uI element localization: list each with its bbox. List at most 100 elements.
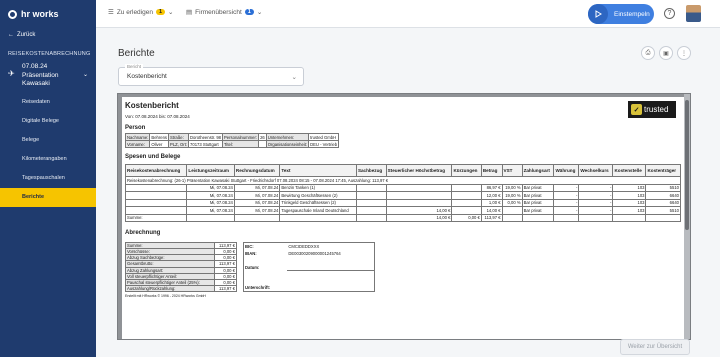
app-logo[interactable]: hr works	[0, 0, 96, 28]
column-header: Kostenstelle	[612, 164, 647, 177]
spesen-cell	[385, 183, 453, 192]
person-cell: Straße:	[168, 133, 190, 141]
bank-label: Datum:	[245, 264, 260, 270]
person-cell: Oliver	[149, 140, 170, 148]
company-overview-menu[interactable]: ▤ Firmenübersicht 1 ⌄	[186, 8, 262, 17]
chevron-down-icon: ⌄	[168, 9, 174, 16]
spesen-cell	[451, 198, 482, 207]
help-icon[interactable]: ?	[664, 8, 675, 19]
spesen-heading: Spesen und Belege	[125, 154, 181, 160]
main-content: Berichte ⎙ ▣ ⋮ Bericht Kostenbericht ⌄ K…	[96, 28, 720, 357]
person-cell: 26	[258, 133, 267, 141]
spesen-cell: 19,00 %	[501, 183, 523, 192]
sidebar-item-belege[interactable]: Belege	[0, 131, 96, 150]
spesen-cell: -	[578, 191, 614, 200]
spesen-total-cell: 0,00 €	[451, 213, 482, 222]
play-icon	[588, 4, 608, 24]
spesen-cell: 103	[612, 191, 647, 200]
pdf-viewer[interactable]: Kostenbericht ✓ trusted Von: 07.08.2024 b…	[117, 93, 691, 340]
building-icon: ▤	[186, 9, 193, 16]
scrollbar-thumb[interactable]	[685, 100, 689, 230]
spesen-cell: 0,00 %	[501, 198, 523, 207]
bank-row: Unterschrift:	[244, 284, 375, 292]
person-cell: Vorname:	[124, 140, 151, 148]
spesen-cell: 6640	[645, 198, 681, 207]
person-cell: Behrens	[149, 133, 170, 141]
avatar[interactable]	[686, 5, 701, 22]
person-cell: Unternehmen:	[265, 133, 310, 141]
person-cell: Personalnummer:	[221, 133, 260, 141]
spesen-row: Mi, 07.08.24 Mi, 07.08.24 Trinkgeld Geschä…	[124, 198, 681, 207]
bank-row	[244, 271, 375, 278]
spesen-total-cell	[553, 213, 580, 222]
spesen-cell: Bar privat	[521, 198, 555, 207]
spesen-total-cell	[186, 213, 235, 222]
clock-in-button[interactable]: Einstempeln	[588, 4, 654, 24]
bank-label	[244, 257, 288, 264]
person-cell: 70173 Stuttgart	[188, 140, 223, 148]
sidebar-item-kilometerangaben[interactable]: Kilometerangaben	[0, 150, 96, 169]
continue-to-overview-button[interactable]: Weiter zur Übersicht	[620, 339, 690, 355]
sidebar-section-title: REISEKOSTENABRECHNUNG	[8, 51, 91, 57]
bank-row	[244, 278, 375, 285]
sidebar-trip[interactable]: ✈ 07.08.24 Präsentation Kawasaki ⌄	[0, 61, 96, 93]
arrow-left-icon: ←	[8, 31, 14, 38]
report-period: Von: 07.08.2024 bis: 07.08.2024	[125, 114, 190, 119]
spesen-cell: -	[578, 198, 614, 207]
todo-menu[interactable]: ☰ Zu erledigen 1 ⌄	[108, 8, 174, 17]
column-header: Zahlungsart	[521, 164, 555, 177]
person-cell: Nachname:	[124, 133, 151, 141]
bank-row: Datum:	[244, 263, 375, 271]
save-icon[interactable]: ▣	[659, 46, 673, 60]
abrechnung-table: Summe: 113,97 € Vorschüsse: 0,00 € Abzug Sac…	[125, 241, 238, 293]
report-footer: Erstellt mit HRworks © 1996 - 2024 HRwor…	[125, 294, 206, 298]
spesen-cell: Trinkgeld Geschäftsessen (2)	[279, 198, 357, 207]
bank-value	[287, 278, 374, 285]
back-link[interactable]: ← Zurück	[0, 28, 96, 41]
spesen-total-cell: 14,00 €	[385, 213, 453, 222]
column-header: Kostenträger	[645, 164, 681, 177]
bank-row	[244, 257, 375, 264]
spesen-total-cell	[612, 213, 647, 222]
column-header: Reisekostenabrechnung	[124, 164, 188, 177]
person-heading: Person	[125, 125, 146, 131]
spesen-cell: 5510	[645, 183, 681, 192]
column-header: Text	[279, 164, 357, 177]
sidebar-item-berichte[interactable]: Berichte	[0, 187, 96, 207]
abrechnung-section: Summe: 113,97 € Vorschüsse: 0,00 € Abzug Sac…	[125, 241, 681, 293]
logo-icon	[8, 9, 17, 19]
report-select[interactable]: Bericht Kostenbericht ⌄	[118, 64, 304, 86]
spesen-cell: -	[553, 206, 580, 215]
checklist-icon: ☰	[108, 9, 114, 16]
spesen-cell: Mi, 07.08.24	[233, 191, 281, 200]
spesen-cell: Bar privat	[521, 183, 555, 192]
spesen-cell: Mi, 07.08.24	[233, 198, 281, 207]
spesen-cell: 103	[612, 183, 647, 192]
spesen-cell: Mi, 07.08.24	[186, 206, 235, 215]
person-cell: DEU - Vertrieb	[308, 140, 340, 148]
sidebar: ← Zurück REISEKOSTENABRECHNUNG ✈ 07.08.24…	[0, 28, 96, 357]
sidebar-item-reisedaten[interactable]: Reisedaten	[0, 93, 96, 112]
sidebar-item-tagespauschalen[interactable]: Tagespauschalen	[0, 169, 96, 188]
column-header: Währung	[553, 164, 580, 177]
spesen-cell: 103	[612, 198, 647, 207]
check-icon: ✓	[631, 104, 642, 115]
spesen-cell: 6640	[645, 191, 681, 200]
spesen-cell	[451, 183, 482, 192]
spesen-cell: 19,00 %	[501, 191, 523, 200]
bank-value	[287, 257, 374, 264]
bank-label: Unterschrift:	[245, 285, 271, 291]
column-header: Rechnungsdatum	[233, 164, 281, 177]
more-vertical-icon[interactable]: ⋮	[677, 46, 691, 60]
spesen-cell	[385, 191, 453, 200]
spesen-group-cell: Reisekostenabrechnung: (26-1) Präsentati…	[125, 176, 681, 185]
viewer-scrollbar[interactable]	[684, 94, 690, 339]
spesen-cell: 1,00 €	[480, 198, 503, 207]
chevron-down-icon: ⌄	[82, 72, 88, 78]
spesen-cell	[124, 183, 188, 192]
print-icon[interactable]: ⎙	[641, 46, 655, 60]
sidebar-item-digitale-belege[interactable]: Digitale Belege	[0, 112, 96, 131]
spesen-cell	[451, 206, 482, 215]
spesen-cell	[124, 191, 188, 200]
spesen-table: Reisekostenabrechnung Leistungszeitraum Re…	[124, 164, 681, 222]
